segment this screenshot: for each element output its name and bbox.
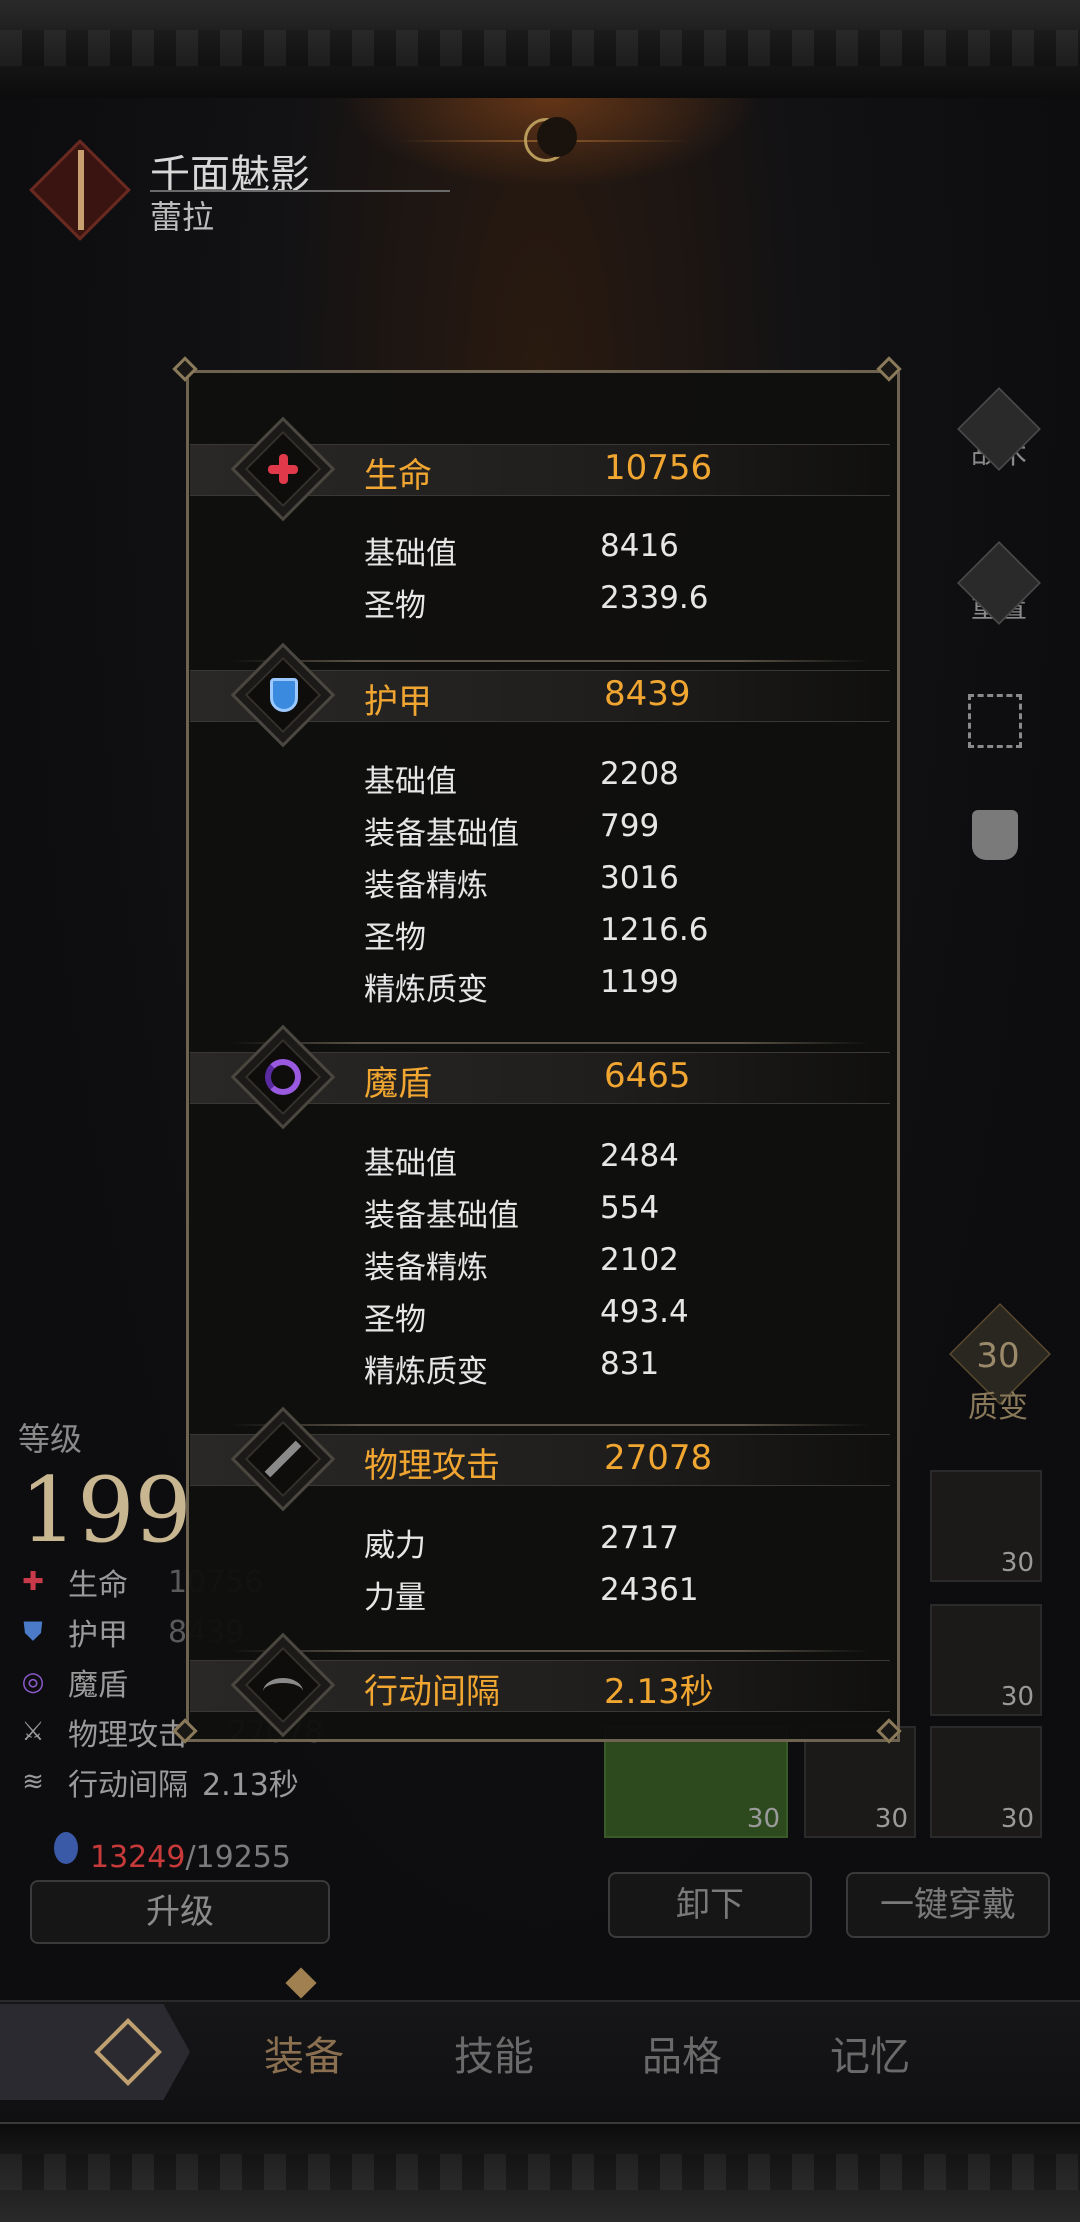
stat-row-value: 3016 (600, 860, 679, 896)
mana-icon (54, 1832, 78, 1864)
section-divider (230, 1424, 870, 1426)
stat-row-value: 2484 (600, 1138, 679, 1174)
level-label: 等级 (18, 1420, 83, 1458)
stat-row-label: 装备基础值 (364, 816, 519, 852)
equipment-slot[interactable]: 30 (930, 1726, 1042, 1838)
section-title: 护甲 (364, 682, 432, 722)
bottom-frame (0, 2122, 1080, 2222)
moon-icon (524, 117, 577, 162)
top-frame (0, 0, 1080, 100)
shield-icon: ⛊ (23, 1616, 43, 1647)
section-value: 27078 (604, 1438, 713, 1478)
stat-row-label: 精炼质变 (364, 972, 488, 1008)
equipment-slot[interactable]: 30 (930, 1604, 1042, 1716)
magic-shield-icon (265, 1059, 301, 1095)
tab-character[interactable]: 品格 (612, 2024, 752, 2082)
stat-row-value: 493.4 (600, 1294, 689, 1330)
bg-stat-interval: ≋ 行动间隔 2.13秒 (18, 1760, 299, 1804)
reset-button[interactable]: 重置 (957, 541, 1041, 626)
stat-row-value: 1216.6 (600, 912, 709, 948)
stat-row-label: 威力 (364, 1528, 426, 1564)
section-value: 8439 (604, 674, 691, 714)
stat-row-label: 装备精炼 (364, 1250, 488, 1286)
stat-row-label: 圣物 (364, 920, 426, 956)
equip-all-button[interactable]: 一键穿戴 (846, 1872, 1050, 1938)
unequip-button[interactable]: 卸下 (608, 1872, 812, 1938)
stat-row-value: 2339.6 (600, 580, 709, 616)
dagger-icon (78, 150, 84, 230)
section-title: 物理攻击 (364, 1446, 500, 1486)
tab-equipment[interactable]: 装备 (234, 2024, 374, 2082)
stat-row-label: 圣物 (364, 1302, 426, 1338)
section-divider (230, 660, 870, 662)
stat-row-value: 831 (600, 1346, 660, 1382)
stat-row-label: 圣物 (364, 588, 426, 624)
hero-title: 蕾拉 (150, 198, 215, 236)
shield-icon (270, 678, 298, 712)
mana-readout: 13249/19255 (90, 1840, 291, 1875)
equipment-slot[interactable]: 30 (930, 1470, 1042, 1582)
stat-row-label: 装备精炼 (364, 868, 488, 904)
tab-memory[interactable]: 记忆 (800, 2024, 940, 2082)
section-value: 6465 (604, 1056, 691, 1096)
stat-row-value: 554 (600, 1190, 660, 1226)
tab-skills[interactable]: 技能 (424, 2024, 564, 2082)
section-value: 10756 (604, 448, 713, 488)
stat-row-label: 装备基础值 (364, 1198, 519, 1234)
upgrade-button[interactable]: 升级 (30, 1880, 330, 1944)
life-icon: ✚ (22, 1567, 44, 1597)
sword-icon: ⚔ (21, 1717, 45, 1747)
section-divider (230, 1650, 870, 1652)
stat-row-label: 基础值 (364, 1146, 457, 1182)
stat-row-value: 8416 (600, 528, 679, 564)
section-title: 行动间隔 (364, 1672, 500, 1712)
stat-row-label: 基础值 (364, 536, 457, 572)
section-title: 生命 (364, 456, 432, 496)
stat-row-value: 2717 (600, 1520, 679, 1556)
stat-row-value: 799 (600, 808, 660, 844)
stat-row-value: 24361 (600, 1572, 699, 1608)
magic-shield-icon: ◎ (21, 1667, 45, 1697)
armor-icon[interactable] (972, 810, 1018, 860)
bg-stat-magic-shield: ◎ 魔盾 (18, 1660, 128, 1704)
quality-label: 质变 (968, 1390, 1028, 1425)
stat-row-value: 1199 (600, 964, 679, 1000)
life-icon (268, 454, 298, 484)
quality-value: 30 (976, 1336, 1020, 1376)
wind-icon: ≋ (22, 1767, 44, 1797)
fullscreen-icon[interactable] (968, 694, 1022, 748)
stat-row-value: 2102 (600, 1242, 679, 1278)
tactics-button[interactable]: 战术 (957, 387, 1041, 472)
level-value: 199 (20, 1458, 192, 1563)
equipment-slot[interactable]: 30 (804, 1726, 916, 1838)
section-title: 魔盾 (364, 1064, 432, 1104)
equipment-slot[interactable]: 30 (604, 1726, 788, 1838)
section-value: 2.13秒 (604, 1672, 714, 1712)
stat-row-label: 力量 (364, 1580, 426, 1616)
stat-row-value: 2208 (600, 756, 679, 792)
stat-row-label: 基础值 (364, 764, 457, 800)
section-divider (230, 1042, 870, 1044)
wind-icon (263, 1678, 303, 1705)
stat-row-label: 精炼质变 (364, 1354, 488, 1390)
